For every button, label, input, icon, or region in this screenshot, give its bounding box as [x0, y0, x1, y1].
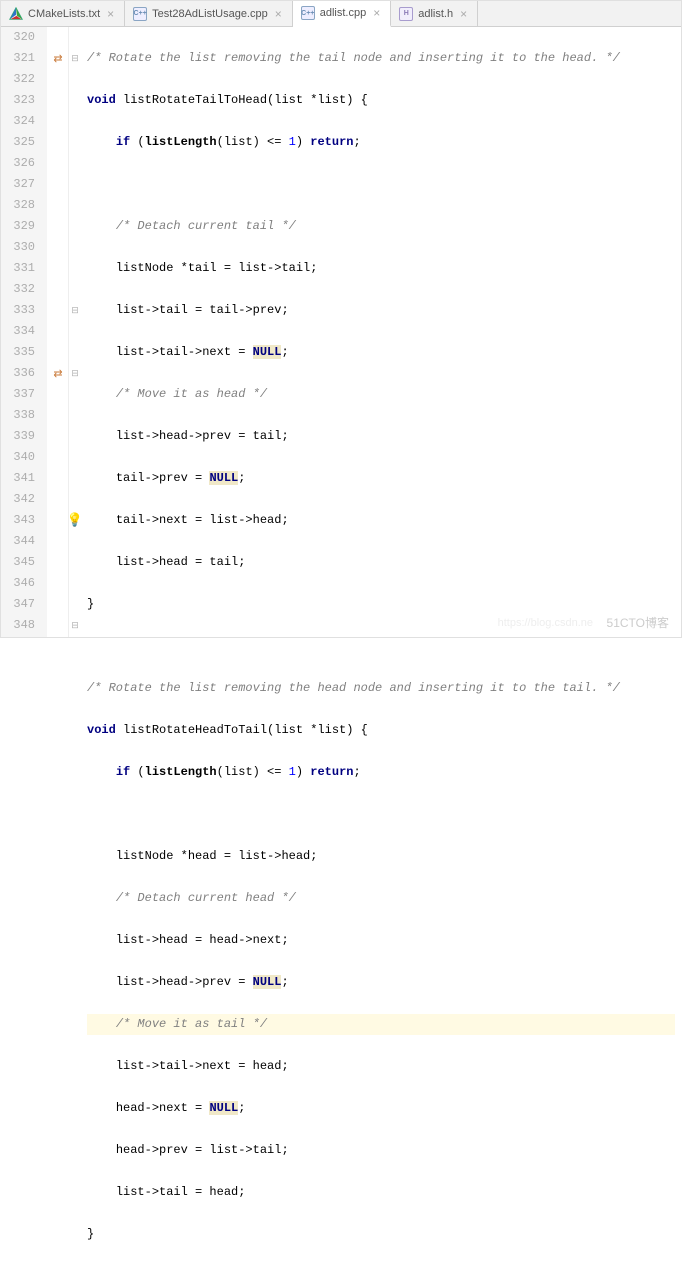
tab-adlist-cpp[interactable]: C++ adlist.cpp × — [293, 1, 392, 27]
code-line: list->head->prev = tail; — [87, 426, 675, 447]
line-number: 332 — [7, 279, 35, 300]
code-line: } — [87, 594, 675, 615]
close-icon[interactable]: × — [371, 6, 382, 20]
code-line: list->tail = tail->prev; — [87, 300, 675, 321]
line-number: 326 — [7, 153, 35, 174]
code-line: head->next = NULL; — [87, 1098, 675, 1119]
line-number: 346 — [7, 573, 35, 594]
vcs-change-icon[interactable]: ⇄ — [47, 48, 69, 69]
line-number: 333 — [7, 300, 35, 321]
line-number: 331 — [7, 258, 35, 279]
code-line — [87, 636, 675, 657]
line-number: 337 — [7, 384, 35, 405]
line-number: 336 — [7, 363, 35, 384]
code-line: tail->prev = NULL; — [87, 468, 675, 489]
tab-cmakelists[interactable]: CMakeLists.txt × — [1, 1, 125, 26]
cpp-icon: C++ — [133, 7, 147, 21]
fold-open-icon[interactable]: ⊟ — [69, 363, 81, 384]
line-number: 345 — [7, 552, 35, 573]
line-number: 339 — [7, 426, 35, 447]
line-number: 323 — [7, 90, 35, 111]
line-number: 322 — [7, 69, 35, 90]
code-line: list->tail->next = head; — [87, 1056, 675, 1077]
tab-label: adlist.cpp — [320, 7, 366, 19]
gutter-markers: ⇄ ⇄ — [47, 27, 69, 637]
code-line: listNode *head = list->head; — [87, 846, 675, 867]
code-editor[interactable]: 320 321 322 323 324 325 326 327 328 329 … — [1, 27, 681, 637]
line-number: 340 — [7, 447, 35, 468]
fold-close-icon[interactable]: ⊟ — [69, 615, 81, 636]
tab-label: CMakeLists.txt — [28, 8, 100, 20]
code-line: list->head = head->next; — [87, 930, 675, 951]
line-number: 329 — [7, 216, 35, 237]
line-number: 348 — [7, 615, 35, 636]
h-icon: H — [399, 7, 413, 21]
line-number: 321 — [7, 48, 35, 69]
line-number: 338 — [7, 405, 35, 426]
cpp-icon: C++ — [301, 6, 315, 20]
line-number: 344 — [7, 531, 35, 552]
close-icon[interactable]: × — [105, 7, 116, 21]
code-line: /* Rotate the list removing the tail nod… — [87, 48, 675, 69]
code-line: if (listLength(list) <= 1) return; — [87, 762, 675, 783]
code-line: if (listLength(list) <= 1) return; — [87, 132, 675, 153]
code-area[interactable]: /* Rotate the list removing the tail nod… — [81, 27, 681, 637]
code-line: list->head = tail; — [87, 552, 675, 573]
line-number: 320 — [7, 27, 35, 48]
code-line: /* Detach current tail */ — [87, 216, 675, 237]
line-number: 327 — [7, 174, 35, 195]
code-line: list->tail->next = NULL; — [87, 342, 675, 363]
code-line: } — [87, 1224, 675, 1245]
fold-open-icon[interactable]: ⊟ — [69, 48, 81, 69]
code-line-current: /* Move it as tail */ — [87, 1014, 675, 1035]
code-line — [87, 804, 675, 825]
tab-test28[interactable]: C++ Test28AdListUsage.cpp × — [125, 1, 293, 26]
code-line: void listRotateHeadToTail(list *list) { — [87, 720, 675, 741]
line-number: 328 — [7, 195, 35, 216]
fold-column: ⊟ ⊟ ⊟ 💡 ⊟ — [69, 27, 81, 637]
code-line: list->tail = head; — [87, 1182, 675, 1203]
code-line: head->prev = list->tail; — [87, 1140, 675, 1161]
code-line: void listRotateTailToHead(list *list) { — [87, 90, 675, 111]
close-icon[interactable]: × — [273, 7, 284, 21]
code-line: list->head->prev = NULL; — [87, 972, 675, 993]
tab-adlist-h[interactable]: H adlist.h × — [391, 1, 478, 26]
code-line — [87, 174, 675, 195]
editor-tabs: CMakeLists.txt × C++ Test28AdListUsage.c… — [1, 1, 681, 27]
line-number: 335 — [7, 342, 35, 363]
tab-label: adlist.h — [418, 8, 453, 20]
intention-bulb-icon[interactable]: 💡 — [69, 510, 81, 531]
close-icon[interactable]: × — [458, 7, 469, 21]
fold-close-icon[interactable]: ⊟ — [69, 300, 81, 321]
code-line: listNode *tail = list->tail; — [87, 258, 675, 279]
line-number: 347 — [7, 594, 35, 615]
code-line: /* Move it as head */ — [87, 384, 675, 405]
vcs-change-icon[interactable]: ⇄ — [47, 363, 69, 384]
line-number: 342 — [7, 489, 35, 510]
tab-label: Test28AdListUsage.cpp — [152, 8, 268, 20]
code-line: /* Detach current head */ — [87, 888, 675, 909]
line-number: 343 — [7, 510, 35, 531]
line-number: 325 — [7, 132, 35, 153]
code-line: /* Rotate the list removing the head nod… — [87, 678, 675, 699]
code-line: tail->next = list->head; — [87, 510, 675, 531]
line-number-gutter: 320 321 322 323 324 325 326 327 328 329 … — [1, 27, 47, 637]
cmake-icon — [9, 7, 23, 21]
line-number: 334 — [7, 321, 35, 342]
line-number: 330 — [7, 237, 35, 258]
line-number: 341 — [7, 468, 35, 489]
line-number: 324 — [7, 111, 35, 132]
